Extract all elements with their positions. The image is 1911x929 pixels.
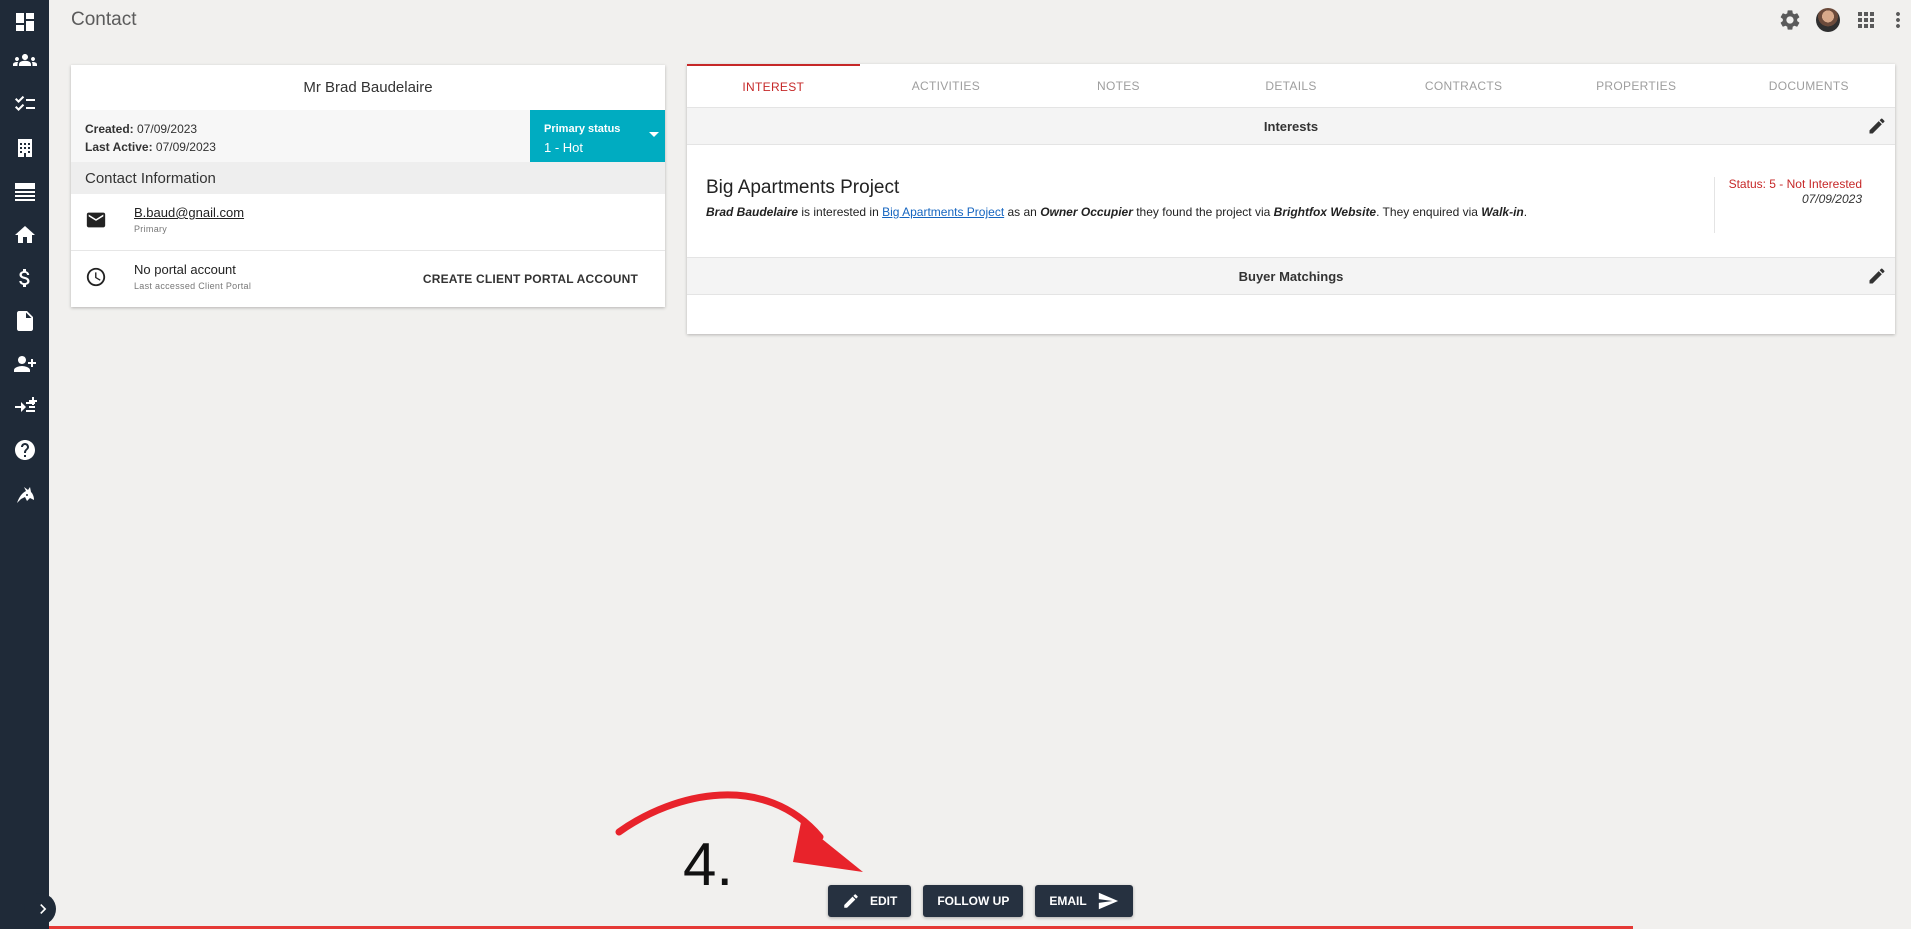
clock-icon [85,266,107,288]
dashboard-icon[interactable] [0,0,49,43]
lead-source: Brightfox Website [1273,205,1377,219]
email-type: Primary [134,224,168,234]
edit-label: EDIT [870,894,898,908]
dollar-icon[interactable] [0,256,49,299]
interests-title: Interests [1263,118,1319,134]
document-icon[interactable] [0,299,49,342]
tab-interest[interactable]: INTEREST [687,64,860,107]
primary-status-value: 1 - Hot [544,140,584,155]
created-label: Created: [85,122,134,136]
tab-notes[interactable]: NOTES [1032,64,1205,107]
avatar-image [1816,8,1840,32]
last-active-label: Last Active: [85,140,153,154]
interest-item: Big Apartments Project Brad Baudelaire i… [687,145,1895,257]
desc-text: as an [1004,205,1041,219]
brightfox-logo-icon[interactable] [0,473,49,516]
tab-details[interactable]: DETAILS [1205,64,1378,107]
primary-status-label: Primary status [544,123,621,135]
tasks-list-icon[interactable] [0,82,49,125]
portal-status: No portal account [134,262,236,277]
detail-panel: INTEREST ACTIVITIES NOTES DETAILS CONTRA… [687,64,1895,334]
contact-meta: Created: 07/09/2023 Last Active: 07/09/2… [71,110,665,162]
project-title: Big Apartments Project [706,177,900,198]
tab-bar: INTEREST ACTIVITIES NOTES DETAILS CONTRA… [687,64,1895,107]
contacts-icon[interactable] [0,38,49,81]
contact-info-header: Contact Information [71,162,665,194]
desc-text: . [1523,205,1528,219]
person-name: Brad Baudelaire [706,205,799,219]
list-icon[interactable] [0,170,49,213]
caret-down-icon [649,132,659,137]
user-avatar[interactable] [1809,6,1847,34]
expand-sidebar-button[interactable] [24,893,56,925]
step-number-annotation: 4. [683,831,734,898]
edit-interests-pencil-icon[interactable] [1867,116,1887,136]
follow-up-label: FOLLOW UP [937,894,1010,908]
interest-description: Brad Baudelaire is interested in Big Apa… [706,205,1527,219]
buyer-matchings-title: Buyer Matchings [1238,268,1344,284]
email-label: EMAIL [1049,894,1087,908]
desc-text: they found the project via [1132,205,1274,219]
send-icon [1098,892,1118,910]
interests-header: Interests [687,107,1895,145]
buyer-matchings-header: Buyer Matchings [687,257,1895,295]
add-task-icon[interactable] [0,385,49,428]
sidebar [0,0,56,929]
email-button[interactable]: EMAIL [1035,885,1133,917]
enquiry-method: Walk-in [1481,205,1524,219]
tab-activities[interactable]: ACTIVITIES [860,64,1033,107]
portal-row: No portal account Last accessed Client P… [71,251,665,308]
interest-status-date: 07/09/2023 [1801,192,1862,206]
help-icon[interactable] [0,428,49,471]
interest-status-text: Status: 5 - Not Interested [1728,177,1862,191]
last-active-date: 07/09/2023 [155,140,216,154]
portal-sub: Last accessed Client Portal [134,281,252,291]
buyer-role: Owner Occupier [1040,205,1133,219]
page-title: Contact [71,9,137,30]
email-row: B.baud@gnail.com Primary [71,194,665,251]
top-toolbar [1771,6,1911,34]
desc-text: is interested in [798,205,883,219]
created-date: 07/09/2023 [137,122,198,136]
home-icon[interactable] [0,213,49,256]
tab-properties[interactable]: PROPERTIES [1550,64,1723,107]
apps-grid-icon[interactable] [1847,6,1885,34]
tab-documents[interactable]: DOCUMENTS [1722,64,1895,107]
action-bar: EDIT FOLLOW UP EMAIL [828,885,1133,917]
tab-contracts[interactable]: CONTRACTS [1377,64,1550,107]
email-link[interactable]: B.baud@gnail.com [134,205,244,220]
add-person-icon[interactable] [0,342,49,385]
mail-icon [85,209,107,231]
building-icon[interactable] [0,126,49,169]
annotation-arrow-icon [615,791,863,872]
pencil-icon [844,894,858,908]
primary-status-dropdown[interactable]: Primary status 1 - Hot [530,110,665,162]
interest-status: Status: 5 - Not Interested 07/09/2023 [1713,177,1862,233]
buyer-matchings-body [687,295,1895,335]
edit-buyer-matchings-pencil-icon[interactable] [1867,266,1887,286]
create-portal-account-button[interactable]: CREATE CLIENT PORTAL ACCOUNT [423,272,638,286]
project-link[interactable]: Big Apartments Project [882,205,1004,219]
desc-text: . They enquired via [1376,205,1482,219]
edit-button[interactable]: EDIT [828,885,912,917]
more-vert-icon[interactable] [1885,6,1911,34]
contact-card: Mr Brad Baudelaire Created: 07/09/2023 L… [71,65,665,307]
follow-up-button[interactable]: FOLLOW UP [923,885,1024,917]
settings-gear-icon[interactable] [1771,6,1809,34]
contact-name: Mr Brad Baudelaire [303,79,433,96]
